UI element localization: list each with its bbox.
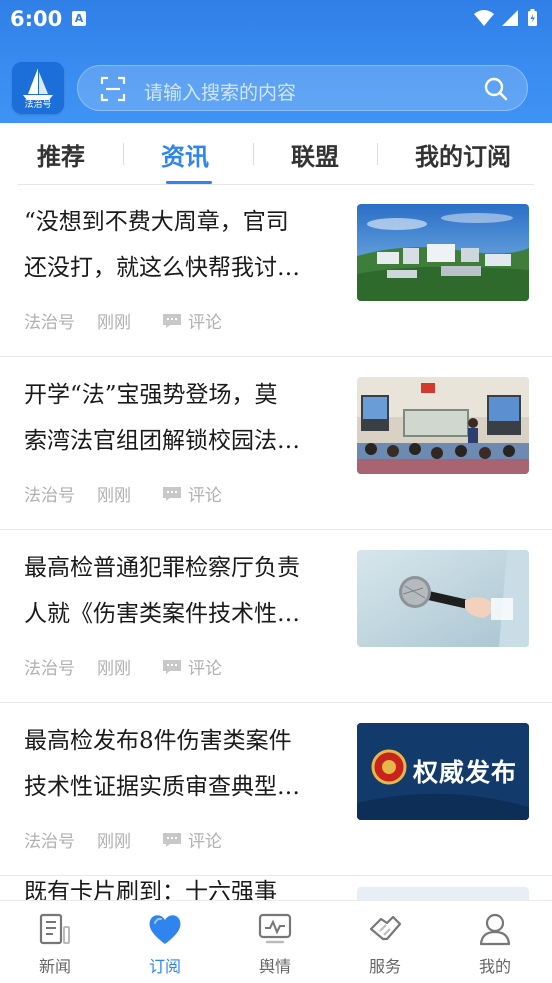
banner-text: 权威发布 [413, 758, 518, 787]
comment-icon [163, 486, 181, 501]
app-logo[interactable]: 法治号 [12, 62, 64, 114]
bottom-navigation: 新闻 订阅 舆情 服务 我的 [0, 900, 552, 983]
tab-divider [253, 143, 254, 165]
comment-button[interactable]: 评论 [162, 308, 222, 333]
classroom-photo[interactable] [357, 377, 529, 474]
article-title[interactable]: 最高检发布8件伤害类案件 技术性证据实质审查典型… [24, 718, 342, 810]
article-source: 法治号 [24, 659, 75, 679]
divider [0, 529, 552, 530]
comment-icon [163, 313, 181, 328]
tab-divider [377, 143, 378, 165]
article-meta: 法治号 刚刚 评论 [24, 481, 222, 506]
article-time: 刚刚 [97, 486, 131, 506]
nav-label-subscribe: 订阅 [148, 957, 181, 976]
profile-icon [479, 913, 511, 946]
nav-label-profile: 我的 [478, 957, 511, 976]
article-title[interactable]: 开学“法”宝强势登场，莫 索湾法官组团解锁校园法… [24, 372, 342, 464]
search-input[interactable]: 请输入搜索的内容 [144, 78, 296, 105]
list-item[interactable]: 最高检发布8件伤害类案件 技术性证据实质审查典型… 法治号 刚刚 评论 权威发布 [0, 704, 552, 876]
service-icon [369, 915, 402, 941]
signal-icon [502, 10, 518, 26]
nav-service[interactable]: 服务 [330, 901, 440, 983]
notification-icon: A [72, 11, 86, 26]
comment-icon [163, 832, 181, 847]
scan-icon[interactable] [100, 76, 126, 102]
news-icon [39, 913, 70, 945]
article-source: 法治号 [24, 313, 75, 333]
list-item[interactable]: “没想到不费大周章，官司 还没打，就这么快帮我讨… 法治号 刚刚 评论 [0, 185, 552, 357]
tab-divider [123, 143, 124, 165]
article-time: 刚刚 [97, 313, 131, 333]
tab-my-subscriptions[interactable]: 我的订阅 [415, 137, 511, 172]
nav-news[interactable]: 新闻 [0, 901, 110, 983]
tab-recommend[interactable]: 推荐 [37, 137, 85, 172]
article-time: 刚刚 [97, 659, 131, 679]
comment-button[interactable]: 评论 [162, 654, 222, 679]
search-bar[interactable]: 请输入搜索的内容 [77, 65, 528, 111]
status-icons [474, 9, 537, 26]
article-title[interactable]: “没想到不费大周章，官司 还没打，就这么快帮我讨… [24, 199, 342, 291]
divider [0, 702, 552, 703]
list-item[interactable]: 开学“法”宝强势登场，莫 索湾法官组团解锁校园法… 法治号 刚刚 评论 [0, 358, 552, 530]
wifi-icon [474, 10, 494, 26]
article-title[interactable]: 最高检普通犯罪检察厅负责 人就《伤害类案件技术性… [24, 545, 342, 637]
app-header: 6:00 A 法治号 请输入搜索的内容 [0, 0, 552, 123]
article-meta: 法治号 刚刚 评论 [24, 827, 222, 852]
nav-label-sentiment: 舆情 [258, 957, 291, 976]
nav-sentiment[interactable]: 舆情 [220, 901, 330, 983]
logo-text: 法治号 [24, 100, 52, 110]
authority-release-banner[interactable]: 权威发布 [357, 723, 529, 820]
list-item[interactable]: 最高检普通犯罪检察厅负责 人就《伤害类案件技术性… 法治号 刚刚 评论 [0, 531, 552, 703]
divider [0, 875, 552, 876]
tab-news[interactable]: 资讯 [161, 137, 209, 172]
heart-icon [149, 915, 181, 944]
article-time: 刚刚 [97, 832, 131, 852]
status-time: 6:00 [10, 7, 63, 31]
nav-label-news: 新闻 [38, 957, 71, 976]
comment-icon [163, 659, 181, 674]
category-tabs: 推荐 资讯 联盟 我的订阅 [0, 123, 552, 185]
article-meta: 法治号 刚刚 评论 [24, 654, 222, 679]
article-source: 法治号 [24, 832, 75, 852]
comment-button[interactable]: 评论 [162, 827, 222, 852]
search-icon[interactable] [483, 76, 509, 102]
tab-alliance[interactable]: 联盟 [291, 137, 339, 172]
article-meta: 法治号 刚刚 评论 [24, 308, 222, 333]
article-source: 法治号 [24, 486, 75, 506]
microphone-photo[interactable] [357, 550, 529, 647]
divider [0, 356, 552, 357]
nav-subscribe[interactable]: 订阅 [110, 901, 220, 983]
status-bar: 6:00 A [0, 0, 552, 36]
nav-profile[interactable]: 我的 [440, 901, 550, 983]
nav-label-service: 服务 [368, 957, 401, 976]
monitor-icon [258, 913, 292, 944]
comment-button[interactable]: 评论 [162, 481, 222, 506]
aerial-campus-photo[interactable] [357, 204, 529, 301]
